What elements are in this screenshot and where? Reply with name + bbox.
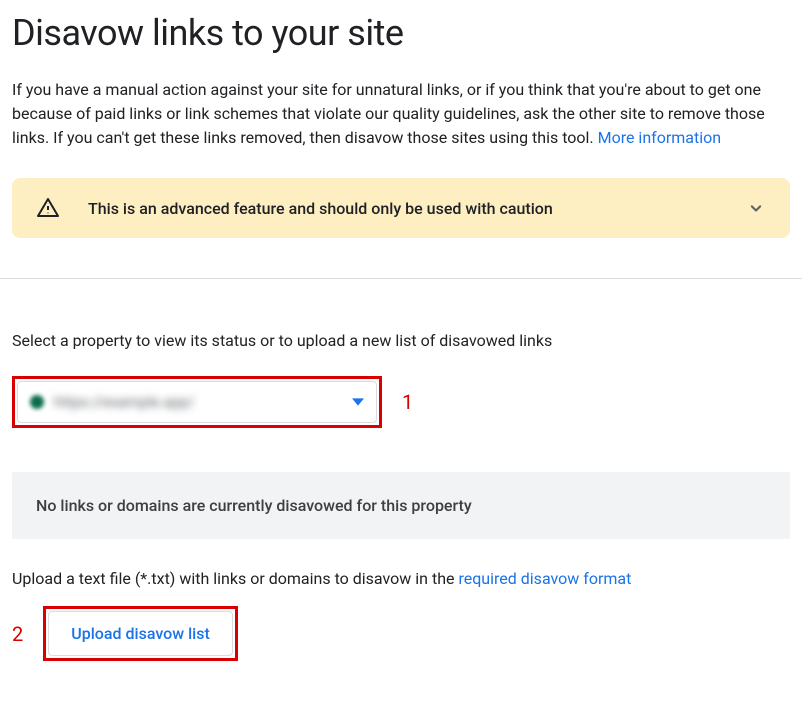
page-title: Disavow links to your site <box>12 12 790 54</box>
property-dropdown[interactable]: https://example.app/ <box>17 381 377 423</box>
upload-disavow-button[interactable]: Upload disavow list <box>48 611 233 656</box>
status-box: No links or domains are currently disavo… <box>12 472 790 539</box>
annotation-number-1: 1 <box>402 390 413 414</box>
dropdown-arrow-icon <box>352 393 364 412</box>
annotation-box-2: Upload disavow list <box>43 606 238 661</box>
warning-banner[interactable]: This is an advanced feature and should o… <box>12 178 790 238</box>
upload-instruction: Upload a text file (*.txt) with links or… <box>12 567 790 588</box>
property-dropdown-value: https://example.app/ <box>54 393 352 411</box>
divider <box>0 278 802 279</box>
chevron-down-icon <box>746 198 766 218</box>
intro-paragraph: If you have a manual action against your… <box>12 78 782 150</box>
warning-icon <box>36 196 60 220</box>
disavow-format-link[interactable]: required disavow format <box>458 569 631 588</box>
select-property-label: Select a property to view its status or … <box>12 331 790 350</box>
annotation-box-1: https://example.app/ <box>12 376 382 428</box>
status-text: No links or domains are currently disavo… <box>36 496 472 515</box>
warning-text: This is an advanced feature and should o… <box>88 199 746 218</box>
annotation-number-2: 2 <box>12 622 23 646</box>
upload-instruction-text: Upload a text file (*.txt) with links or… <box>12 569 458 588</box>
more-info-link[interactable]: More information <box>598 128 721 147</box>
property-favicon <box>30 395 44 409</box>
